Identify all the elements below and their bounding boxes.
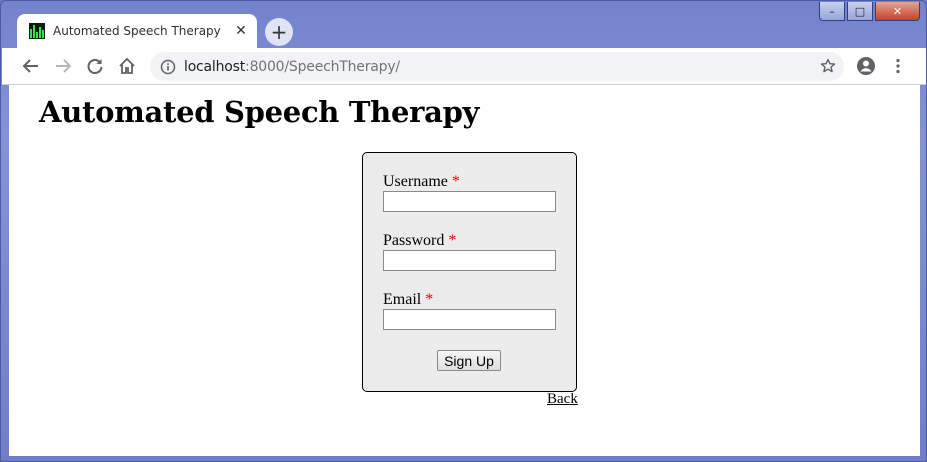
- star-icon[interactable]: [820, 58, 836, 78]
- required-marker: *: [425, 291, 434, 308]
- email-label-text: Email: [383, 291, 422, 308]
- minimize-button[interactable]: –: [819, 2, 845, 21]
- password-label: Password *: [383, 232, 456, 250]
- account-circle-icon[interactable]: [854, 54, 878, 78]
- required-marker: *: [451, 173, 460, 190]
- url-text[interactable]: localhost:8000/SpeechTherapy/: [184, 59, 400, 75]
- kebab-menu-icon[interactable]: [886, 54, 910, 78]
- reload-icon[interactable]: [83, 54, 107, 78]
- page-title: Automated Speech Therapy: [39, 95, 480, 129]
- username-label-text: Username: [383, 173, 448, 190]
- tab-title: Automated Speech Therapy: [53, 24, 221, 38]
- arrow-left-icon[interactable]: [19, 54, 43, 78]
- browser-tab[interactable]: Automated Speech Therapy ✕: [17, 14, 257, 48]
- url-host: localhost: [184, 58, 246, 75]
- tab-close-icon[interactable]: ✕: [231, 23, 251, 39]
- arrow-right-icon[interactable]: [51, 54, 75, 78]
- browser-toolbar: localhost:8000/SpeechTherapy/: [2, 48, 926, 85]
- password-input[interactable]: [383, 250, 556, 271]
- username-label: Username *: [383, 173, 460, 191]
- email-input[interactable]: [383, 309, 556, 330]
- email-label: Email *: [383, 291, 433, 309]
- required-marker: *: [448, 232, 457, 249]
- signup-form: Username * Password * Email * Sign Up: [362, 152, 577, 392]
- password-label-text: Password: [383, 232, 445, 249]
- sign-up-button[interactable]: Sign Up: [437, 350, 501, 371]
- url-path: :8000/SpeechTherapy/: [245, 58, 400, 75]
- back-link[interactable]: Back: [547, 391, 578, 408]
- username-input[interactable]: [383, 191, 556, 212]
- speech-waveform-icon: [29, 23, 45, 39]
- window-controls: – □ ✕: [819, 2, 920, 21]
- maximize-button[interactable]: □: [847, 2, 873, 21]
- browser-window: – □ ✕ Automated Speech Therapy ✕ + local…: [0, 0, 927, 462]
- home-icon[interactable]: [115, 54, 139, 78]
- close-window-button[interactable]: ✕: [875, 2, 920, 21]
- info-icon[interactable]: [160, 59, 176, 75]
- address-bar[interactable]: localhost:8000/SpeechTherapy/: [150, 52, 844, 81]
- page-content: Automated Speech Therapy Username * Pass…: [9, 85, 920, 456]
- new-tab-button[interactable]: +: [265, 18, 293, 46]
